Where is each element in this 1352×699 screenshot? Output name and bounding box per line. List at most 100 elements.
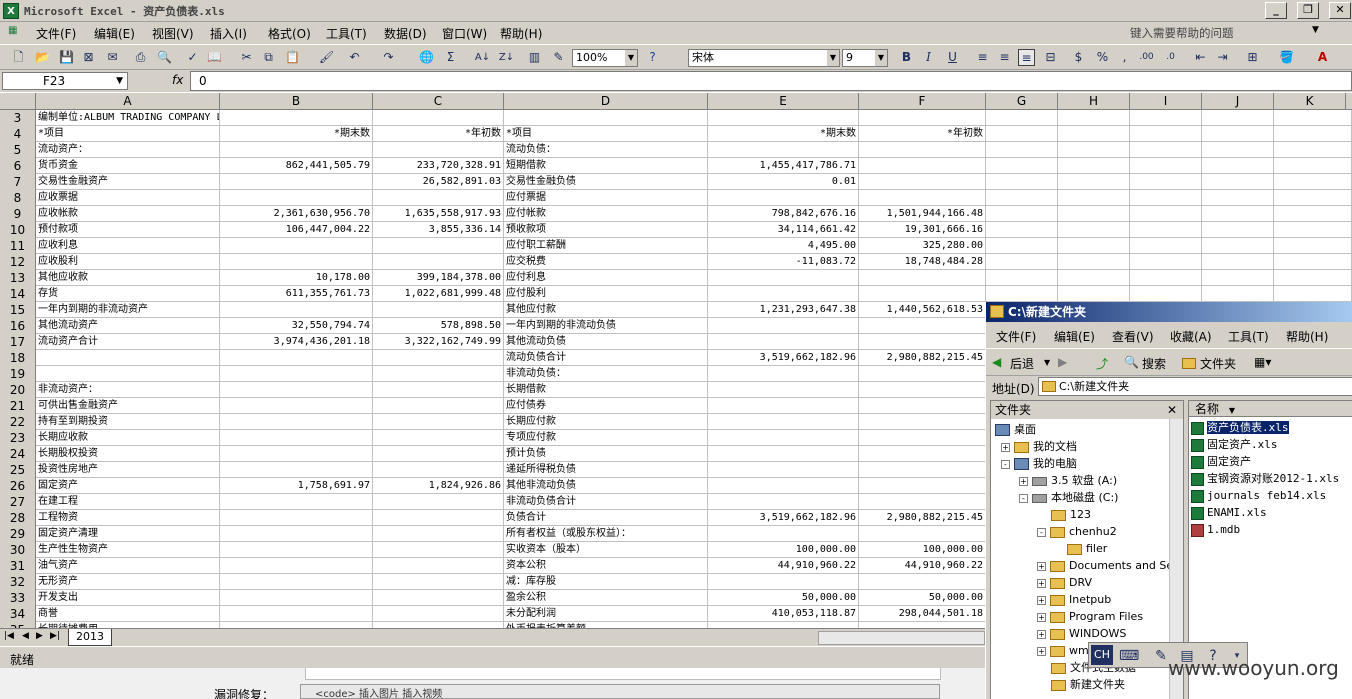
borders-icon[interactable]: ⊞ bbox=[1244, 49, 1261, 66]
row-header[interactable]: 24 bbox=[0, 446, 36, 462]
cell[interactable] bbox=[220, 510, 373, 526]
tree-item[interactable]: - chenhu2 bbox=[1037, 523, 1117, 540]
align-center-icon[interactable]: ≡ bbox=[996, 49, 1013, 66]
cell[interactable]: 其他流动负债 bbox=[504, 334, 708, 350]
cell[interactable] bbox=[708, 526, 859, 542]
cell[interactable]: 0.01 bbox=[708, 174, 859, 190]
tree-item[interactable]: + Inetpub bbox=[1037, 591, 1111, 608]
drawing-icon[interactable]: ✎ bbox=[550, 49, 567, 66]
spelling-icon[interactable]: ✓ bbox=[184, 49, 201, 66]
cell[interactable]: 1,758,691.97 bbox=[220, 478, 373, 494]
italic-icon[interactable]: I bbox=[920, 49, 937, 66]
cell[interactable]: 在建工程 bbox=[36, 494, 220, 510]
row-header[interactable]: 9 bbox=[0, 206, 36, 222]
cell[interactable] bbox=[1202, 174, 1274, 190]
percent-icon[interactable]: % bbox=[1094, 49, 1111, 66]
new-icon[interactable]: 🗋 bbox=[10, 49, 27, 66]
cell[interactable] bbox=[708, 142, 859, 158]
cell[interactable]: 流动资产： bbox=[36, 142, 220, 158]
cell[interactable]: 流动负债合计 bbox=[504, 350, 708, 366]
cell[interactable]: 10,178.00 bbox=[220, 270, 373, 286]
cell[interactable] bbox=[373, 574, 504, 590]
cell[interactable] bbox=[220, 494, 373, 510]
cell[interactable] bbox=[1274, 222, 1352, 238]
row-header[interactable]: 19 bbox=[0, 366, 36, 382]
cell[interactable] bbox=[1130, 270, 1202, 286]
editor-toolbar[interactable]: <code> 插入图片 插入视频 bbox=[300, 684, 940, 699]
cell[interactable] bbox=[986, 190, 1058, 206]
cell[interactable]: 32,550,794.74 bbox=[220, 318, 373, 334]
views-icon[interactable]: ▦▾ bbox=[1254, 355, 1271, 369]
cell[interactable]: 410,053,118.87 bbox=[708, 606, 859, 622]
row-header[interactable]: 23 bbox=[0, 430, 36, 446]
cell[interactable] bbox=[859, 574, 986, 590]
cell[interactable]: 应收票据 bbox=[36, 190, 220, 206]
print-icon[interactable]: ⎙ bbox=[132, 49, 149, 66]
cell[interactable]: 应付帐款 bbox=[504, 206, 708, 222]
research-icon[interactable]: 📖 bbox=[206, 49, 223, 66]
cell[interactable] bbox=[373, 510, 504, 526]
cell[interactable]: 44,910,960.22 bbox=[708, 558, 859, 574]
cell[interactable] bbox=[1202, 142, 1274, 158]
cell[interactable] bbox=[373, 446, 504, 462]
address-input[interactable]: C:\新建文件夹 bbox=[1038, 377, 1352, 396]
menu-window[interactable]: 窗口(W) bbox=[442, 25, 487, 42]
column-header[interactable]: B bbox=[220, 93, 373, 110]
cell[interactable] bbox=[373, 494, 504, 510]
currency-icon[interactable]: $ bbox=[1070, 49, 1087, 66]
row-header[interactable]: 16 bbox=[0, 318, 36, 334]
cell[interactable] bbox=[986, 110, 1058, 126]
font-size-select[interactable]: 9 ▼ bbox=[842, 49, 888, 67]
cell[interactable]: 商誉 bbox=[36, 606, 220, 622]
cell[interactable]: 3,322,162,749.99 bbox=[373, 334, 504, 350]
cell[interactable] bbox=[220, 254, 373, 270]
cell[interactable]: 编制单位:ALBUM TRADING COMPANY LIMITED bbox=[36, 110, 220, 126]
forward-arrow-icon[interactable]: ▶ bbox=[1058, 355, 1067, 369]
cell[interactable]: 递延所得税负债 bbox=[504, 462, 708, 478]
name-box[interactable]: F23 ▼ bbox=[2, 72, 128, 90]
cell[interactable] bbox=[708, 190, 859, 206]
menu-tools[interactable]: 工具(T) bbox=[326, 25, 367, 42]
minimize-button[interactable]: _ bbox=[1265, 2, 1287, 19]
font-select[interactable]: 宋体 ▼ bbox=[688, 49, 840, 67]
cell[interactable] bbox=[1130, 238, 1202, 254]
cell[interactable] bbox=[373, 526, 504, 542]
cell[interactable] bbox=[1274, 126, 1352, 142]
cell[interactable] bbox=[1058, 190, 1130, 206]
increase-indent-icon[interactable]: ⇥ bbox=[1214, 49, 1231, 66]
cell[interactable] bbox=[1202, 158, 1274, 174]
file-item[interactable]: 资产负债表.xls bbox=[1191, 419, 1289, 436]
prev-sheet-icon[interactable]: ◀ bbox=[22, 631, 29, 641]
cell[interactable] bbox=[859, 446, 986, 462]
cell[interactable] bbox=[373, 430, 504, 446]
cell[interactable] bbox=[1130, 222, 1202, 238]
cell[interactable] bbox=[373, 398, 504, 414]
cell[interactable] bbox=[1130, 110, 1202, 126]
row-header[interactable]: 26 bbox=[0, 478, 36, 494]
cell[interactable] bbox=[220, 238, 373, 254]
row-header[interactable]: 12 bbox=[0, 254, 36, 270]
expand-icon[interactable]: + bbox=[1037, 561, 1046, 571]
cell[interactable] bbox=[1058, 110, 1130, 126]
tree-item[interactable]: - 我的电脑 bbox=[1001, 455, 1077, 472]
row-header[interactable]: 25 bbox=[0, 462, 36, 478]
cell[interactable] bbox=[986, 142, 1058, 158]
cell[interactable]: 交易性金融负债 bbox=[504, 174, 708, 190]
tree-item[interactable]: + Program Files bbox=[1037, 608, 1143, 625]
cell[interactable]: 长期应收款 bbox=[36, 430, 220, 446]
row-header[interactable]: 21 bbox=[0, 398, 36, 414]
menu-data[interactable]: 数据(D) bbox=[384, 25, 427, 42]
tree-item[interactable]: + DRV bbox=[1037, 574, 1092, 591]
tree-item[interactable]: 123 bbox=[1051, 506, 1091, 523]
cell[interactable]: 44,910,960.22 bbox=[859, 558, 986, 574]
search-button[interactable]: 搜索 bbox=[1142, 355, 1166, 372]
cell[interactable] bbox=[708, 462, 859, 478]
cell[interactable] bbox=[1058, 238, 1130, 254]
row-header[interactable]: 30 bbox=[0, 542, 36, 558]
cell[interactable] bbox=[859, 318, 986, 334]
tree-item[interactable]: filer bbox=[1067, 540, 1107, 557]
cell[interactable]: 1,455,417,786.71 bbox=[708, 158, 859, 174]
cell[interactable] bbox=[1130, 158, 1202, 174]
cell[interactable]: 578,898.50 bbox=[373, 318, 504, 334]
row-header[interactable]: 3 bbox=[0, 110, 36, 126]
